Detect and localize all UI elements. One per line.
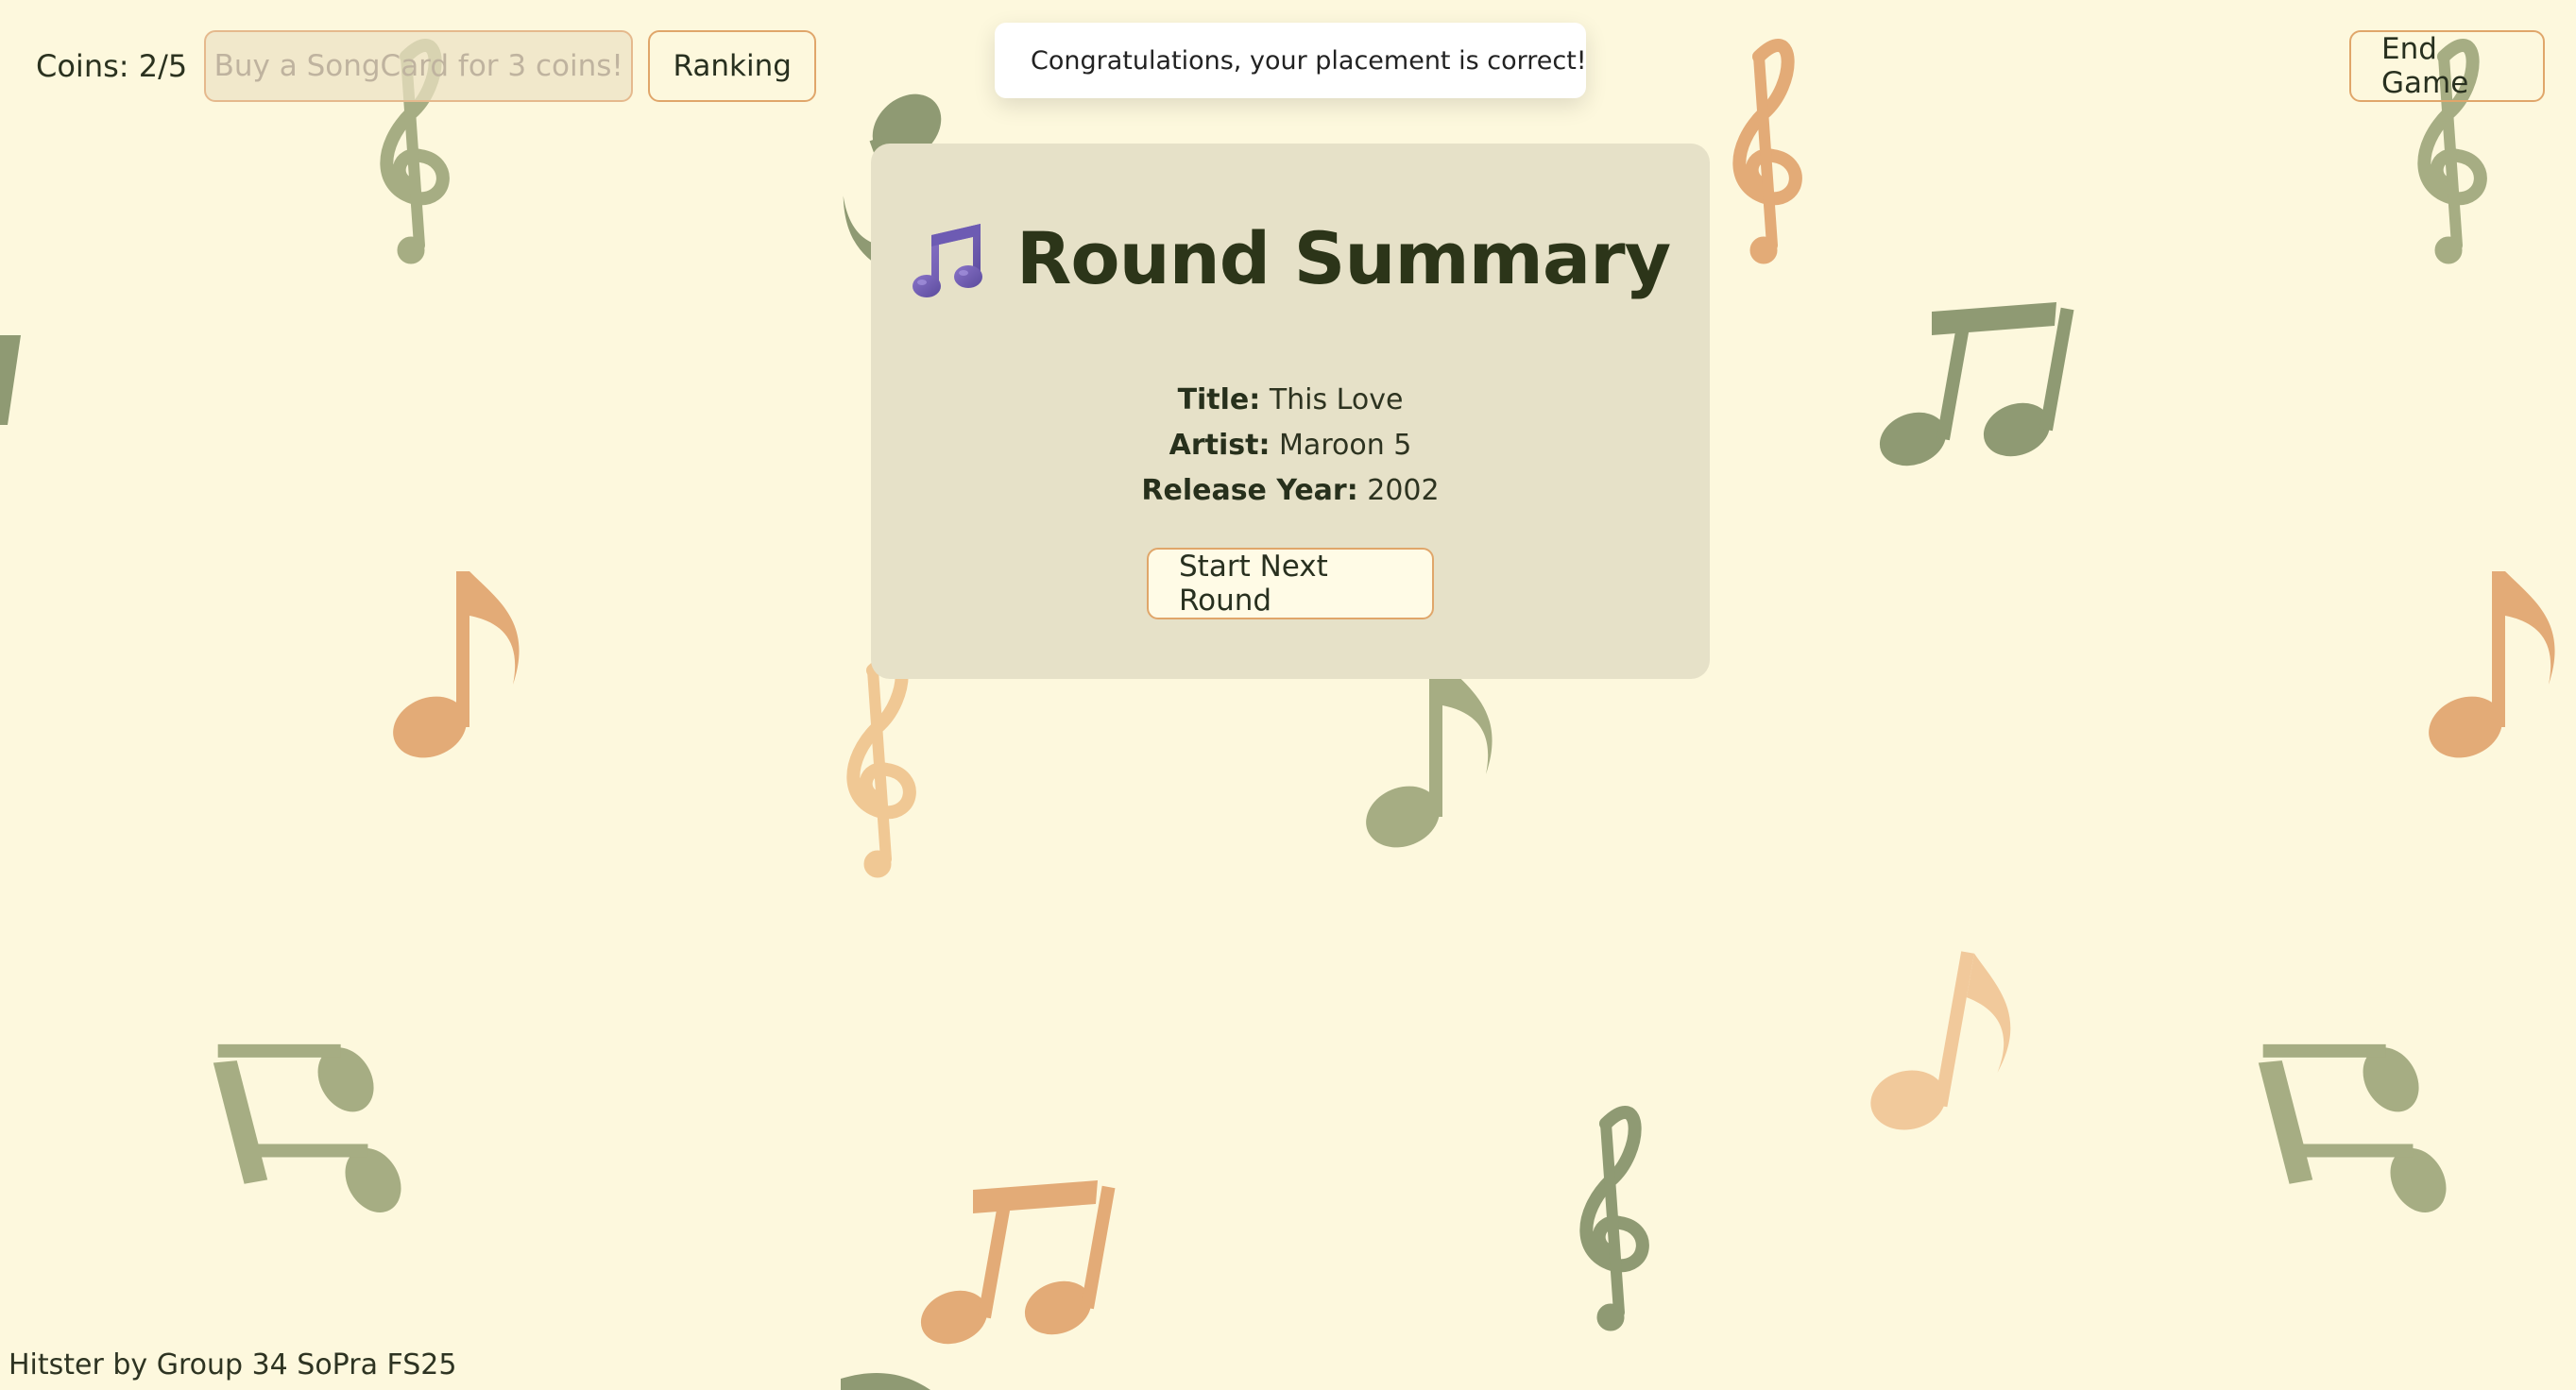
beamed-notes-icon (210, 1015, 416, 1245)
beamed-notes-icon (2255, 1015, 2461, 1245)
game-screen: Coins: 2/5 Buy a SongCard for 3 coins! R… (0, 0, 2576, 1390)
toast-message: Congratulations, your placement is corre… (1031, 45, 1587, 76)
treble-clef-icon (1586, 1112, 1643, 1331)
eighth-note-icon (384, 571, 520, 769)
card-title: Round Summary (1015, 216, 1671, 300)
round-summary-card: Round Summary Title: This Love Artist: M… (871, 144, 1710, 679)
treble-clef-icon (853, 659, 910, 877)
eighth-note-icon (1855, 939, 2023, 1157)
eighth-note-icon (1356, 661, 1493, 858)
song-year-value: 2002 (1367, 474, 1440, 507)
song-artist-row: Artist: Maroon 5 (871, 423, 1710, 468)
note-flag-fragment (841, 1372, 930, 1390)
end-game-button[interactable]: End Game (2349, 30, 2545, 102)
song-year-label: Release Year: (1141, 474, 1358, 507)
footer-credit: Hitster by Group 34 SoPra FS25 (9, 1348, 457, 1382)
buy-songcard-button[interactable]: Buy a SongCard for 3 coins! (204, 30, 634, 102)
note-stem-fragment (0, 335, 21, 425)
top-toolbar: Coins: 2/5 Buy a SongCard for 3 coins! R… (36, 30, 817, 102)
song-title-row: Title: This Love (871, 378, 1710, 423)
ranking-button[interactable]: Ranking (648, 30, 817, 102)
success-toast: Congratulations, your placement is corre… (995, 23, 1587, 98)
treble-clef-icon (1739, 45, 1796, 263)
coins-counter: Coins: 2/5 (36, 48, 188, 84)
song-info: Title: This Love Artist: Maroon 5 Releas… (871, 378, 1710, 514)
card-header: Round Summary (871, 216, 1710, 300)
song-title-value: This Love (1269, 383, 1404, 416)
beamed-notes-icon (1871, 302, 2074, 475)
eighth-note-icon (2419, 571, 2555, 769)
song-artist-label: Artist: (1169, 429, 1271, 462)
song-year-row: Release Year: 2002 (871, 468, 1710, 514)
beamed-notes-icon (913, 1180, 1116, 1353)
music-notes-icon (912, 223, 982, 297)
start-next-round-button[interactable]: Start Next Round (1147, 548, 1434, 619)
song-title-label: Title: (1177, 383, 1261, 416)
song-artist-value: Maroon 5 (1279, 429, 1412, 462)
